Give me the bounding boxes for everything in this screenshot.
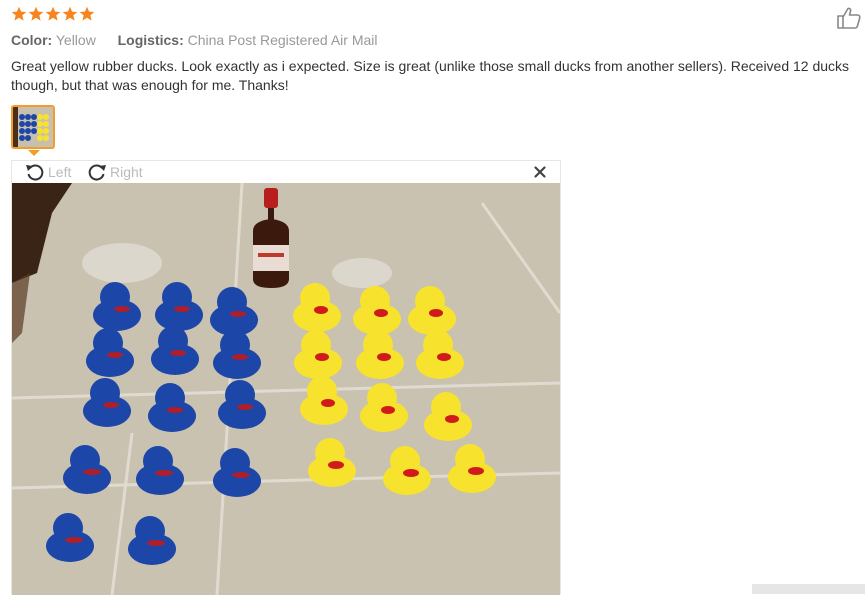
review-text: Great yellow rubber ducks. Look exactly …	[11, 58, 850, 93]
star-icon	[62, 6, 78, 21]
review-photo-thumbnail[interactable]	[11, 105, 55, 149]
star-icon	[28, 6, 44, 21]
star-icon	[79, 6, 95, 21]
thumbnail-active-indicator	[28, 150, 40, 156]
rating-stars	[11, 6, 95, 22]
review-meta: Color: Yellow Logistics: China Post Regi…	[11, 31, 378, 49]
rotate-left-icon	[26, 164, 44, 181]
review-photo	[12, 183, 560, 595]
photo-viewer: Left Right	[11, 160, 561, 595]
thumbs-up-icon[interactable]	[836, 6, 862, 30]
horizontal-scrollbar[interactable]	[752, 584, 865, 594]
rotate-right-label: Right	[110, 164, 143, 180]
rotate-left-label: Left	[48, 164, 72, 180]
star-icon	[11, 6, 27, 21]
rotate-left-button[interactable]: Left	[24, 162, 71, 182]
rotate-right-button[interactable]: Right	[86, 162, 143, 182]
color-value: Yellow	[55, 32, 96, 48]
logistics-value: China Post Registered Air Mail	[187, 32, 378, 48]
star-icon	[45, 6, 61, 21]
logistics-label: Logistics:	[117, 32, 184, 48]
color-label: Color:	[11, 32, 53, 48]
rotate-right-icon	[88, 164, 106, 181]
viewer-toolbar: Left Right	[12, 161, 560, 183]
close-icon[interactable]	[532, 164, 548, 180]
